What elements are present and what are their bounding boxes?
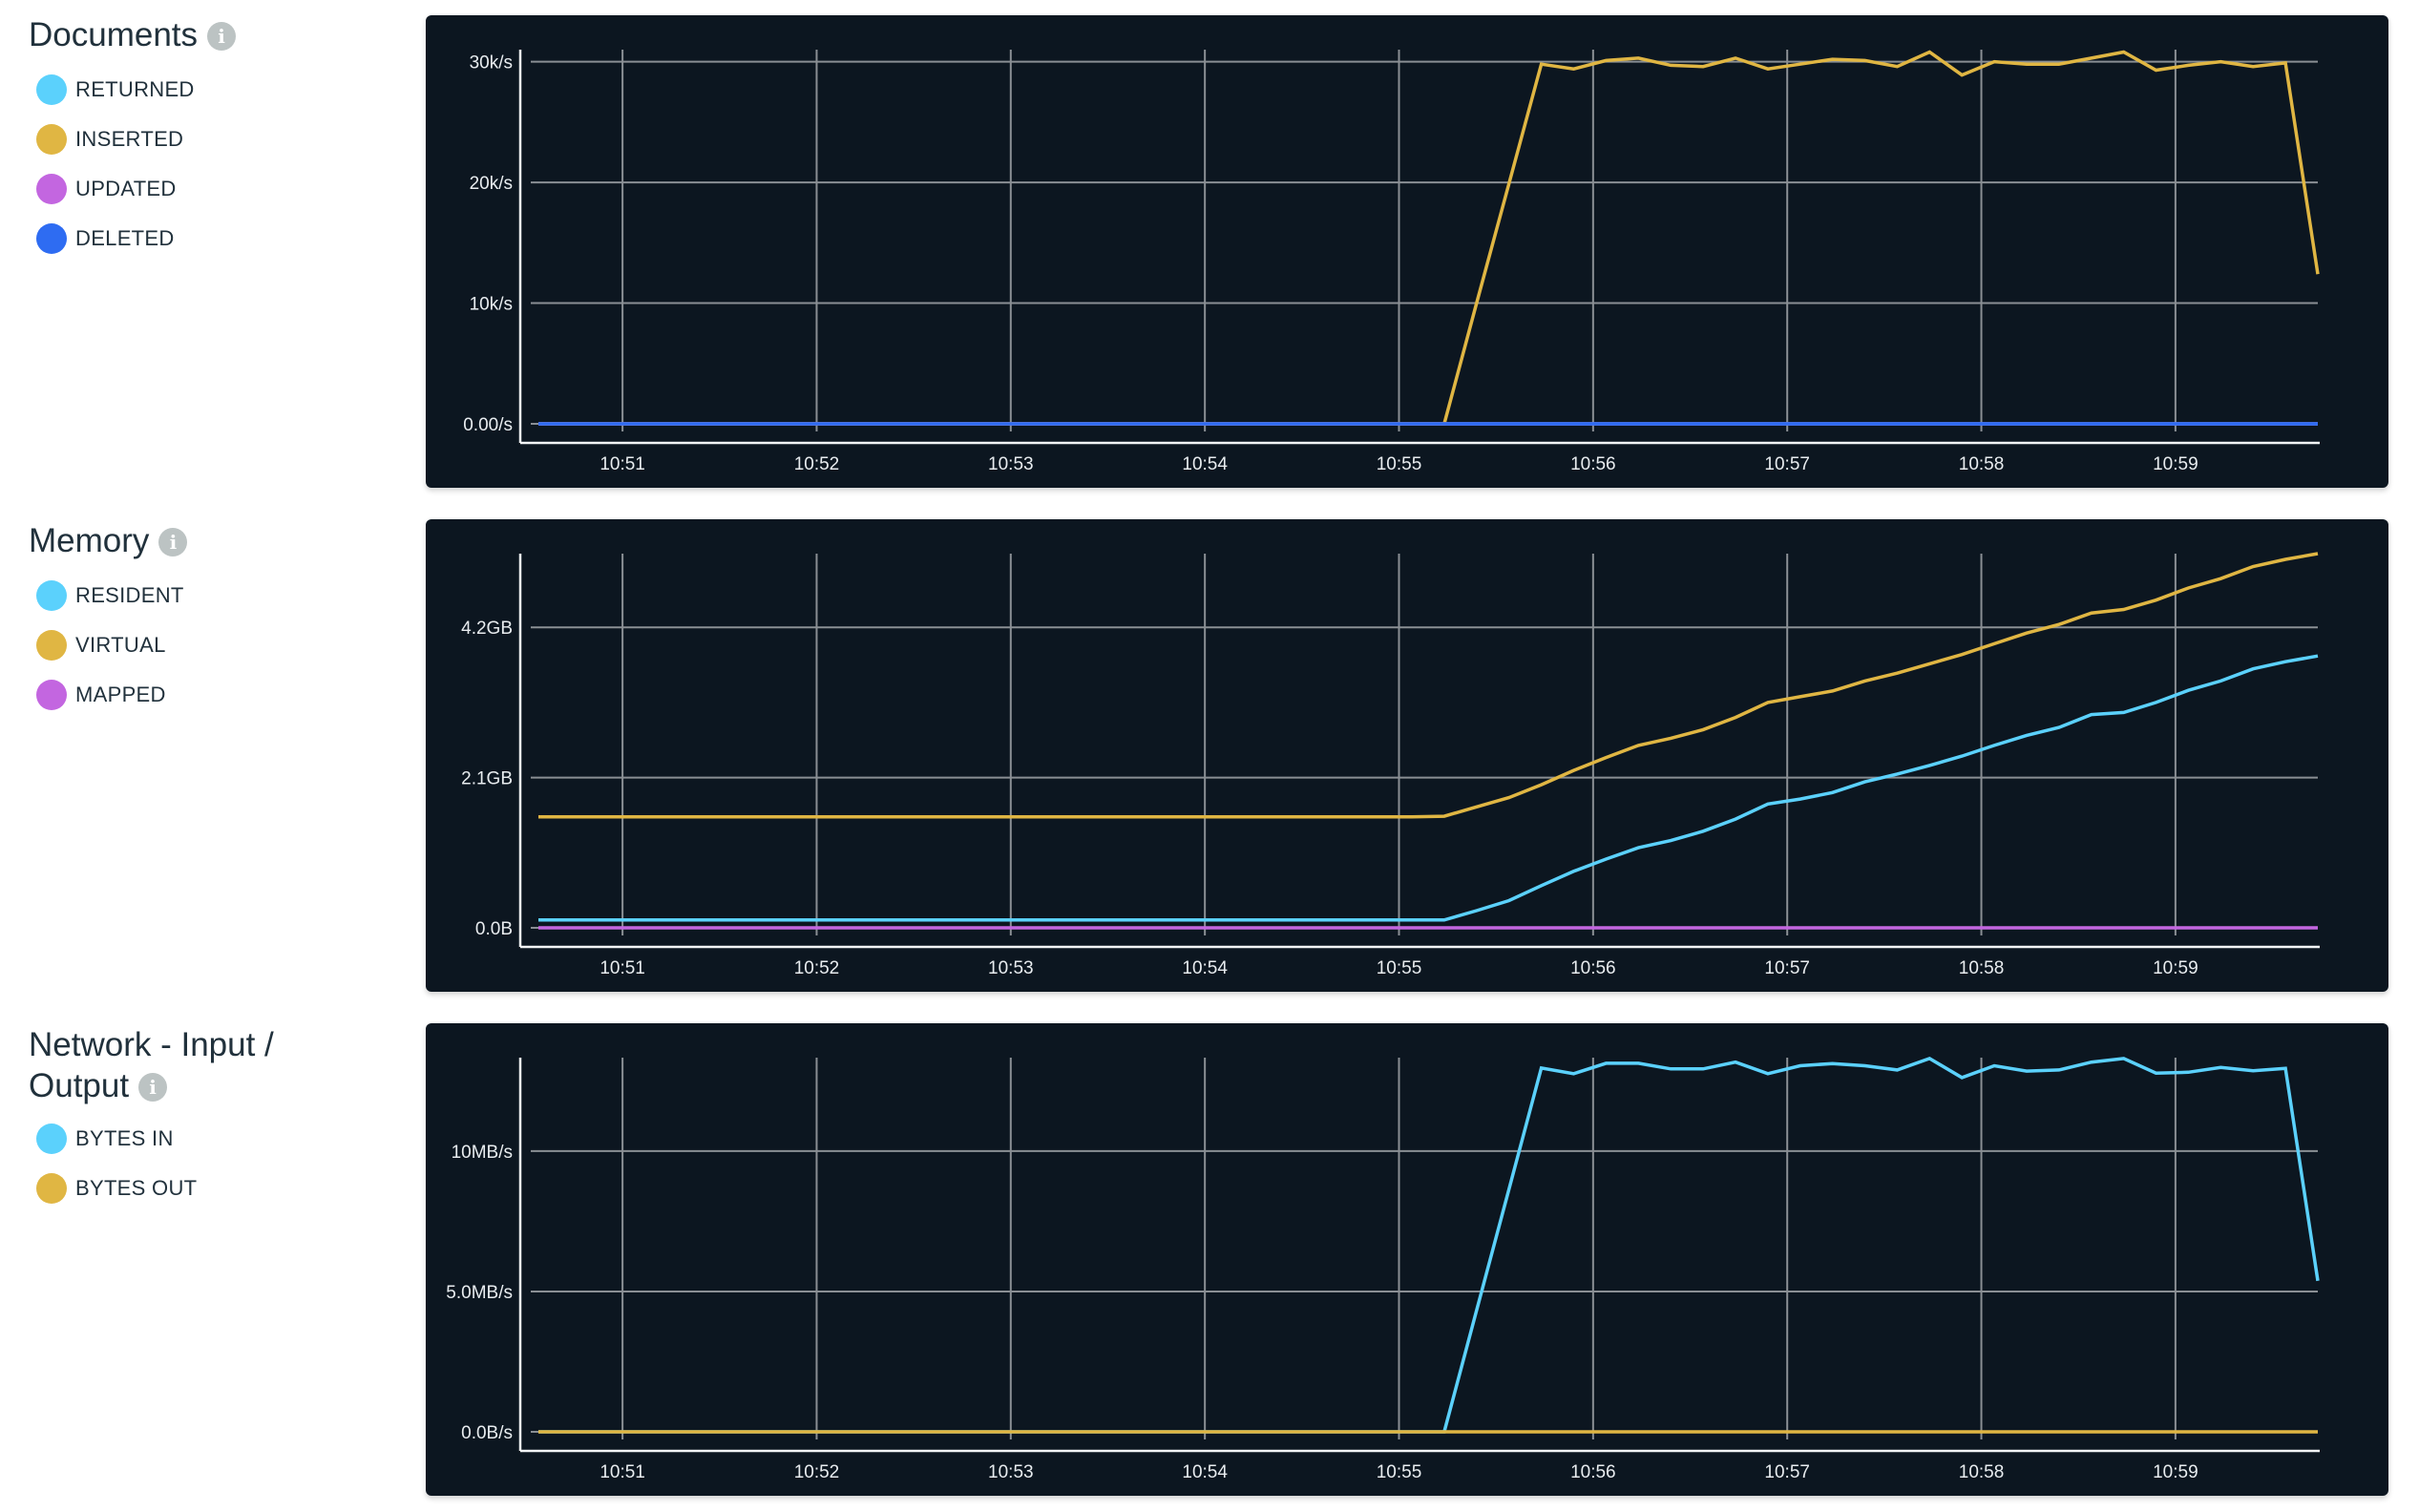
- x-tick-label: 10:55: [1377, 454, 1422, 474]
- x-tick-label: 10:51: [599, 454, 645, 474]
- x-tick-label: 10:58: [1959, 454, 2005, 474]
- y-tick-label: 4.2GB: [461, 619, 513, 639]
- documents-legend: RETURNED INSERTED UPDATED DELETED: [36, 65, 195, 263]
- legend-dot-icon: [36, 124, 67, 155]
- memory-chart-panel[interactable]: 10:51 10:52 10:53 10:54 10:55 10:56 10:57 10:58…: [426, 519, 2388, 992]
- x-tick-label: 10:54: [1182, 454, 1228, 474]
- legend-dot-icon: [36, 223, 67, 254]
- memory-legend: RESIDENT VIRTUAL MAPPED: [36, 571, 184, 720]
- x-tick-label: 10:56: [1570, 958, 1616, 978]
- series-line-bytes-in: [538, 1056, 2320, 1434]
- legend-item-updated[interactable]: UPDATED: [36, 164, 195, 214]
- x-tick-label: 10:51: [599, 1462, 645, 1482]
- x-tick-label: 10:52: [794, 454, 840, 474]
- x-tick-label: 10:51: [599, 958, 645, 978]
- x-tick-label: 10:57: [1764, 958, 1810, 978]
- network-chart-panel[interactable]: 10:51 10:52 10:53 10:54 10:55 10:56 10:57 10:58…: [426, 1023, 2388, 1496]
- legend-label: BYTES OUT: [75, 1176, 198, 1200]
- legend-item-deleted[interactable]: DELETED: [36, 214, 195, 263]
- network-legend: BYTES IN BYTES OUT: [36, 1114, 197, 1213]
- legend-label: BYTES IN: [75, 1126, 174, 1150]
- x-tick-label: 10:53: [988, 454, 1034, 474]
- x-tick-label: 10:53: [988, 1462, 1034, 1482]
- memory-title-text: Memory: [29, 522, 150, 559]
- legend-label: UPDATED: [75, 177, 177, 200]
- x-tick-label: 10:56: [1570, 1462, 1616, 1482]
- x-tick-label: 10:56: [1570, 454, 1616, 474]
- x-tick-label: 10:55: [1377, 1462, 1422, 1482]
- legend-dot-icon: [36, 580, 67, 611]
- x-tick-label: 10:59: [2153, 454, 2198, 474]
- x-tick-label: 10:53: [988, 958, 1034, 978]
- legend-item-returned[interactable]: RETURNED: [36, 65, 195, 115]
- x-tick-label: 10:59: [2153, 958, 2198, 978]
- x-tick-label: 10:59: [2153, 1462, 2198, 1482]
- network-title: Network - Input / Output i: [29, 1024, 274, 1106]
- legend-item-bytes-in[interactable]: BYTES IN: [36, 1114, 197, 1164]
- network-title-line-1: Network - Input /: [29, 1026, 274, 1063]
- y-tick-label: 0.00/s: [463, 415, 513, 435]
- legend-dot-icon: [36, 1173, 67, 1204]
- y-tick-label: 10k/s: [470, 295, 513, 315]
- documents-chart-panel[interactable]: 10:51 10:52 10:53 10:54 10:55 10:56 10:57 10:58…: [426, 15, 2388, 488]
- legend-item-bytes-out[interactable]: BYTES OUT: [36, 1164, 197, 1213]
- x-tick-label: 10:57: [1764, 454, 1810, 474]
- x-tick-label: 10:58: [1959, 1462, 2005, 1482]
- series-line-inserted: [538, 50, 2320, 426]
- legend-label: INSERTED: [75, 127, 184, 151]
- x-tick-label: 10:54: [1182, 1462, 1228, 1482]
- legend-label: RESIDENT: [75, 583, 184, 607]
- y-tick-label: 30k/s: [470, 53, 513, 74]
- series-line-resident: [538, 654, 2319, 922]
- legend-dot-icon: [36, 74, 67, 105]
- info-icon[interactable]: i: [138, 1073, 168, 1102]
- legend-dot-icon: [36, 174, 67, 204]
- legend-item-resident[interactable]: RESIDENT: [36, 571, 184, 620]
- y-tick-label: 10MB/s: [452, 1143, 513, 1163]
- x-tick-label: 10:55: [1377, 958, 1422, 978]
- network-chart: 10:51 10:52 10:53 10:54 10:55 10:56 10:57 10:58…: [446, 1056, 2320, 1482]
- legend-dot-icon: [36, 680, 67, 710]
- legend-dot-icon: [36, 1124, 67, 1154]
- y-tick-label: 5.0MB/s: [446, 1283, 513, 1303]
- network-title-line-2: Output: [29, 1067, 130, 1104]
- info-icon[interactable]: i: [207, 22, 237, 51]
- legend-label: RETURNED: [75, 77, 195, 101]
- memory-chart: 10:51 10:52 10:53 10:54 10:55 10:56 10:57 10:58…: [461, 552, 2320, 978]
- documents-title-text: Documents: [29, 16, 199, 53]
- memory-title: Memory i: [29, 520, 188, 561]
- x-tick-label: 10:52: [794, 958, 840, 978]
- x-tick-label: 10:58: [1959, 958, 2005, 978]
- legend-item-virtual[interactable]: VIRTUAL: [36, 620, 184, 670]
- y-tick-label: 2.1GB: [461, 769, 513, 789]
- y-tick-label: 0.0B: [475, 919, 513, 939]
- legend-label: DELETED: [75, 226, 175, 250]
- documents-chart: 10:51 10:52 10:53 10:54 10:55 10:56 10:57 10:58…: [463, 50, 2320, 474]
- y-tick-label: 20k/s: [470, 174, 513, 194]
- x-tick-label: 10:57: [1764, 1462, 1810, 1482]
- legend-item-mapped[interactable]: MAPPED: [36, 670, 184, 720]
- info-icon[interactable]: i: [158, 528, 188, 556]
- legend-label: VIRTUAL: [75, 633, 166, 657]
- y-tick-label: 0.0B/s: [461, 1423, 513, 1443]
- legend-dot-icon: [36, 630, 67, 661]
- documents-title: Documents i: [29, 14, 237, 55]
- x-tick-label: 10:52: [794, 1462, 840, 1482]
- legend-label: MAPPED: [75, 682, 166, 706]
- legend-item-inserted[interactable]: INSERTED: [36, 115, 195, 164]
- x-tick-label: 10:54: [1182, 958, 1228, 978]
